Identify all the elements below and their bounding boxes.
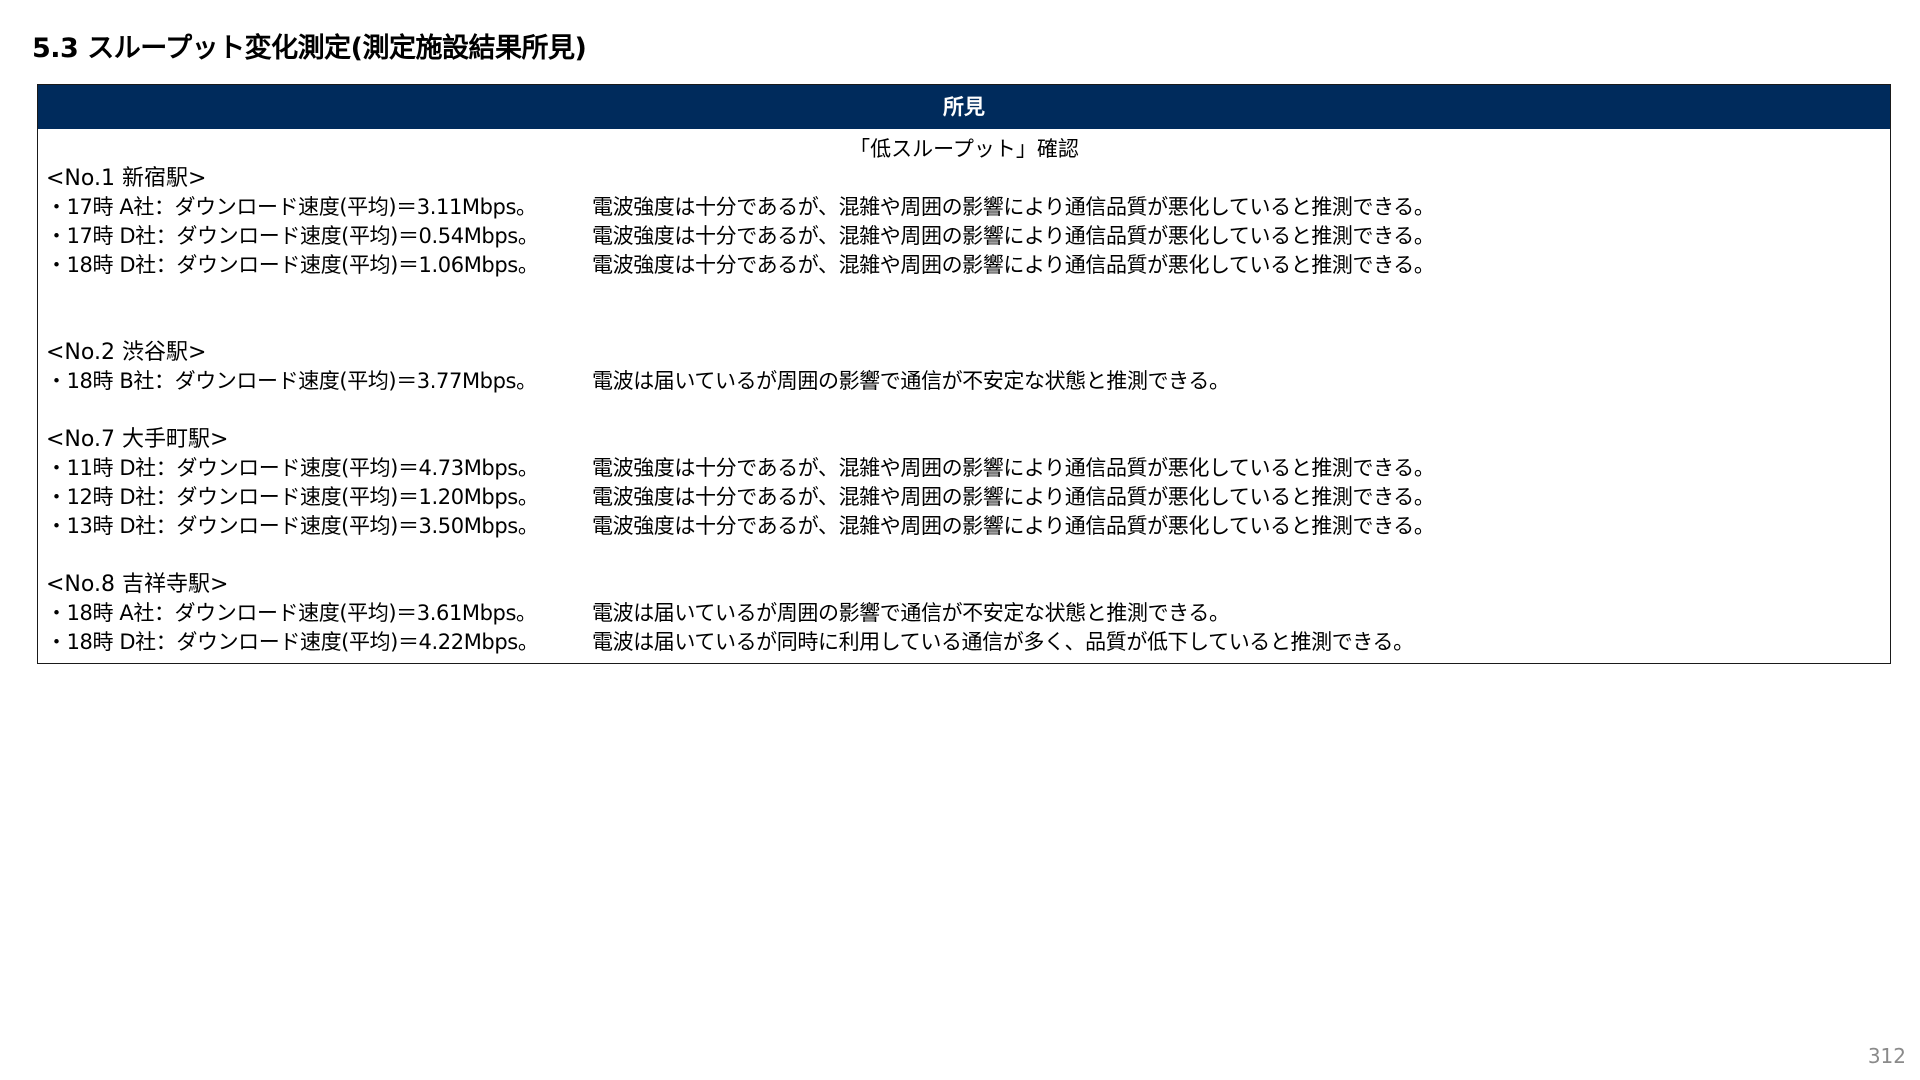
entry-comment: 電波強度は十分であるが、混雑や周囲の影響により通信品質が悪化していると推測できる… (592, 485, 1435, 509)
entry-measurement: ・17時 D社：ダウンロード速度(平均)＝0.54Mbps。 (46, 224, 539, 248)
page-title: 5.3 スループット変化測定(測定施設結果所見) (32, 33, 587, 64)
entry-comment: 電波強度は十分であるが、混雑や周囲の影響により通信品質が悪化していると推測できる… (592, 514, 1435, 538)
entry-measurement: ・12時 D社：ダウンロード速度(平均)＝1.20Mbps。 (46, 485, 539, 509)
entry-measurement: ・13時 D社：ダウンロード速度(平均)＝3.50Mbps。 (46, 514, 539, 538)
entry-comment: 電波強度は十分であるが、混雑や周囲の影響により通信品質が悪化していると推測できる… (592, 195, 1435, 219)
entry-measurement: ・11時 D社：ダウンロード速度(平均)＝4.73Mbps。 (46, 456, 539, 480)
station-group-otemachi: <No.7 大手町駅> ・11時 D社：ダウンロード速度(平均)＝4.73Mbp… (46, 425, 1882, 541)
finding-entry: ・13時 D社：ダウンロード速度(平均)＝3.50Mbps。 電波強度は十分であ… (46, 512, 1882, 541)
findings-subtitle: 「低スループット」確認 (849, 137, 1079, 161)
page-number: 312 (1867, 1044, 1906, 1068)
findings-box: 所見 「低スループット」確認 <No.1 新宿駅> ・17時 A社：ダウンロード… (37, 84, 1891, 664)
station-group-kichijoji: <No.8 吉祥寺駅> ・18時 A社：ダウンロード速度(平均)＝3.61Mbp… (46, 570, 1882, 657)
station-group-shinjuku: <No.1 新宿駅> ・17時 A社：ダウンロード速度(平均)＝3.11Mbps… (46, 164, 1882, 280)
finding-entry: ・18時 A社：ダウンロード速度(平均)＝3.61Mbps。 電波は届いているが… (46, 599, 1882, 628)
finding-entry: ・17時 D社：ダウンロード速度(平均)＝0.54Mbps。 電波強度は十分であ… (46, 222, 1882, 251)
entry-comment: 電波強度は十分であるが、混雑や周囲の影響により通信品質が悪化していると推測できる… (592, 456, 1435, 480)
station-group-shibuya: <No.2 渋谷駅> ・18時 B社：ダウンロード速度(平均)＝3.77Mbps… (46, 338, 1882, 396)
entry-measurement: ・17時 A社：ダウンロード速度(平均)＝3.11Mbps。 (46, 195, 537, 219)
entry-comment: 電波は届いているが周囲の影響で通信が不安定な状態と推測できる。 (592, 601, 1230, 625)
findings-header: 所見 (38, 85, 1890, 129)
finding-entry: ・18時 B社：ダウンロード速度(平均)＝3.77Mbps。 電波は届いているが… (46, 367, 1882, 396)
entry-comment: 電波強度は十分であるが、混雑や周囲の影響により通信品質が悪化していると推測できる… (592, 253, 1435, 277)
entry-measurement: ・18時 B社：ダウンロード速度(平均)＝3.77Mbps。 (46, 369, 537, 393)
station-heading: <No.8 吉祥寺駅> (46, 572, 229, 597)
station-heading: <No.7 大手町駅> (46, 427, 229, 452)
entry-comment: 電波は届いているが周囲の影響で通信が不安定な状態と推測できる。 (592, 369, 1230, 393)
finding-entry: ・18時 D社：ダウンロード速度(平均)＝1.06Mbps。 電波強度は十分であ… (46, 251, 1882, 280)
findings-body: 「低スループット」確認 <No.1 新宿駅> ・17時 A社：ダウンロード速度(… (38, 129, 1890, 663)
finding-entry: ・17時 A社：ダウンロード速度(平均)＝3.11Mbps。 電波強度は十分であ… (46, 193, 1882, 222)
entry-comment: 電波強度は十分であるが、混雑や周囲の影響により通信品質が悪化していると推測できる… (592, 224, 1435, 248)
entry-measurement: ・18時 D社：ダウンロード速度(平均)＝4.22Mbps。 (46, 630, 539, 654)
finding-entry: ・12時 D社：ダウンロード速度(平均)＝1.20Mbps。 電波強度は十分であ… (46, 483, 1882, 512)
entry-measurement: ・18時 D社：ダウンロード速度(平均)＝1.06Mbps。 (46, 253, 539, 277)
station-heading: <No.2 渋谷駅> (46, 340, 207, 365)
finding-entry: ・11時 D社：ダウンロード速度(平均)＝4.73Mbps。 電波強度は十分であ… (46, 454, 1882, 483)
finding-entry: ・18時 D社：ダウンロード速度(平均)＝4.22Mbps。 電波は届いているが… (46, 628, 1882, 657)
entry-comment: 電波は届いているが同時に利用している通信が多く、品質が低下していると推測できる。 (592, 630, 1414, 654)
entry-measurement: ・18時 A社：ダウンロード速度(平均)＝3.61Mbps。 (46, 601, 537, 625)
station-heading: <No.1 新宿駅> (46, 166, 207, 191)
